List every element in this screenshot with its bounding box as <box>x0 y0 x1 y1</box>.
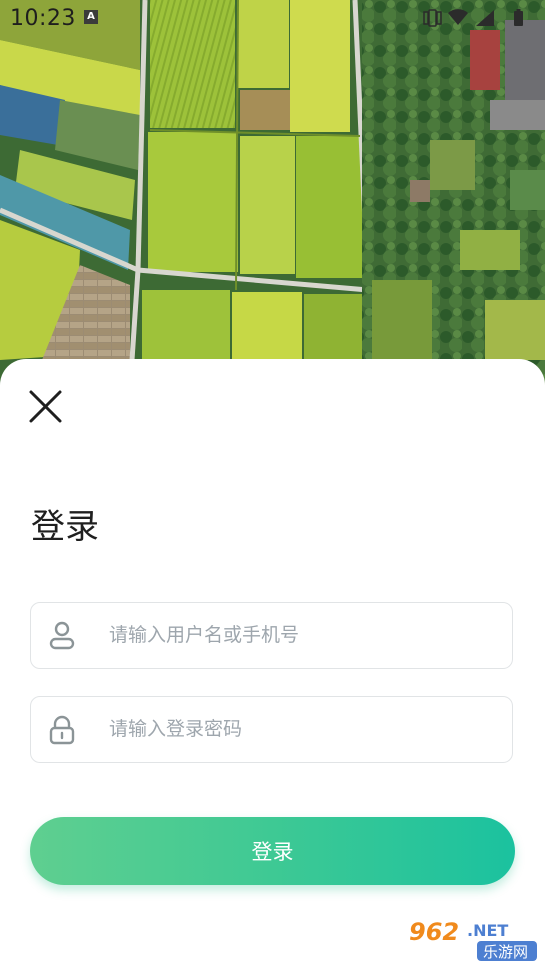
svg-text:962: 962 <box>409 918 459 946</box>
status-bar: 10:23 A <box>0 0 545 36</box>
signal-icon <box>476 10 494 26</box>
password-field[interactable] <box>30 696 513 763</box>
lock-icon <box>48 715 76 745</box>
user-icon <box>48 621 76 651</box>
status-icons <box>422 8 537 28</box>
username-input[interactable] <box>109 603 499 667</box>
wifi-icon <box>448 9 468 25</box>
close-button[interactable] <box>26 387 66 427</box>
login-button[interactable]: 登录 <box>30 817 515 885</box>
svg-text:.NET: .NET <box>467 921 508 940</box>
vibrate-icon <box>423 9 442 27</box>
svg-text:乐游网: 乐游网 <box>483 943 528 961</box>
battery-icon <box>514 9 523 26</box>
password-input[interactable] <box>109 697 499 761</box>
keyboard-indicator-icon: A <box>84 10 98 24</box>
hero-background-image <box>0 0 545 400</box>
close-icon <box>29 390 62 423</box>
site-watermark-logo: 962 .NET 乐游网 <box>403 914 541 964</box>
status-time: 10:23 <box>10 6 76 31</box>
username-field[interactable] <box>30 602 513 669</box>
login-sheet: 登录 登录 <box>0 359 545 968</box>
page-title: 登录 <box>31 507 99 547</box>
